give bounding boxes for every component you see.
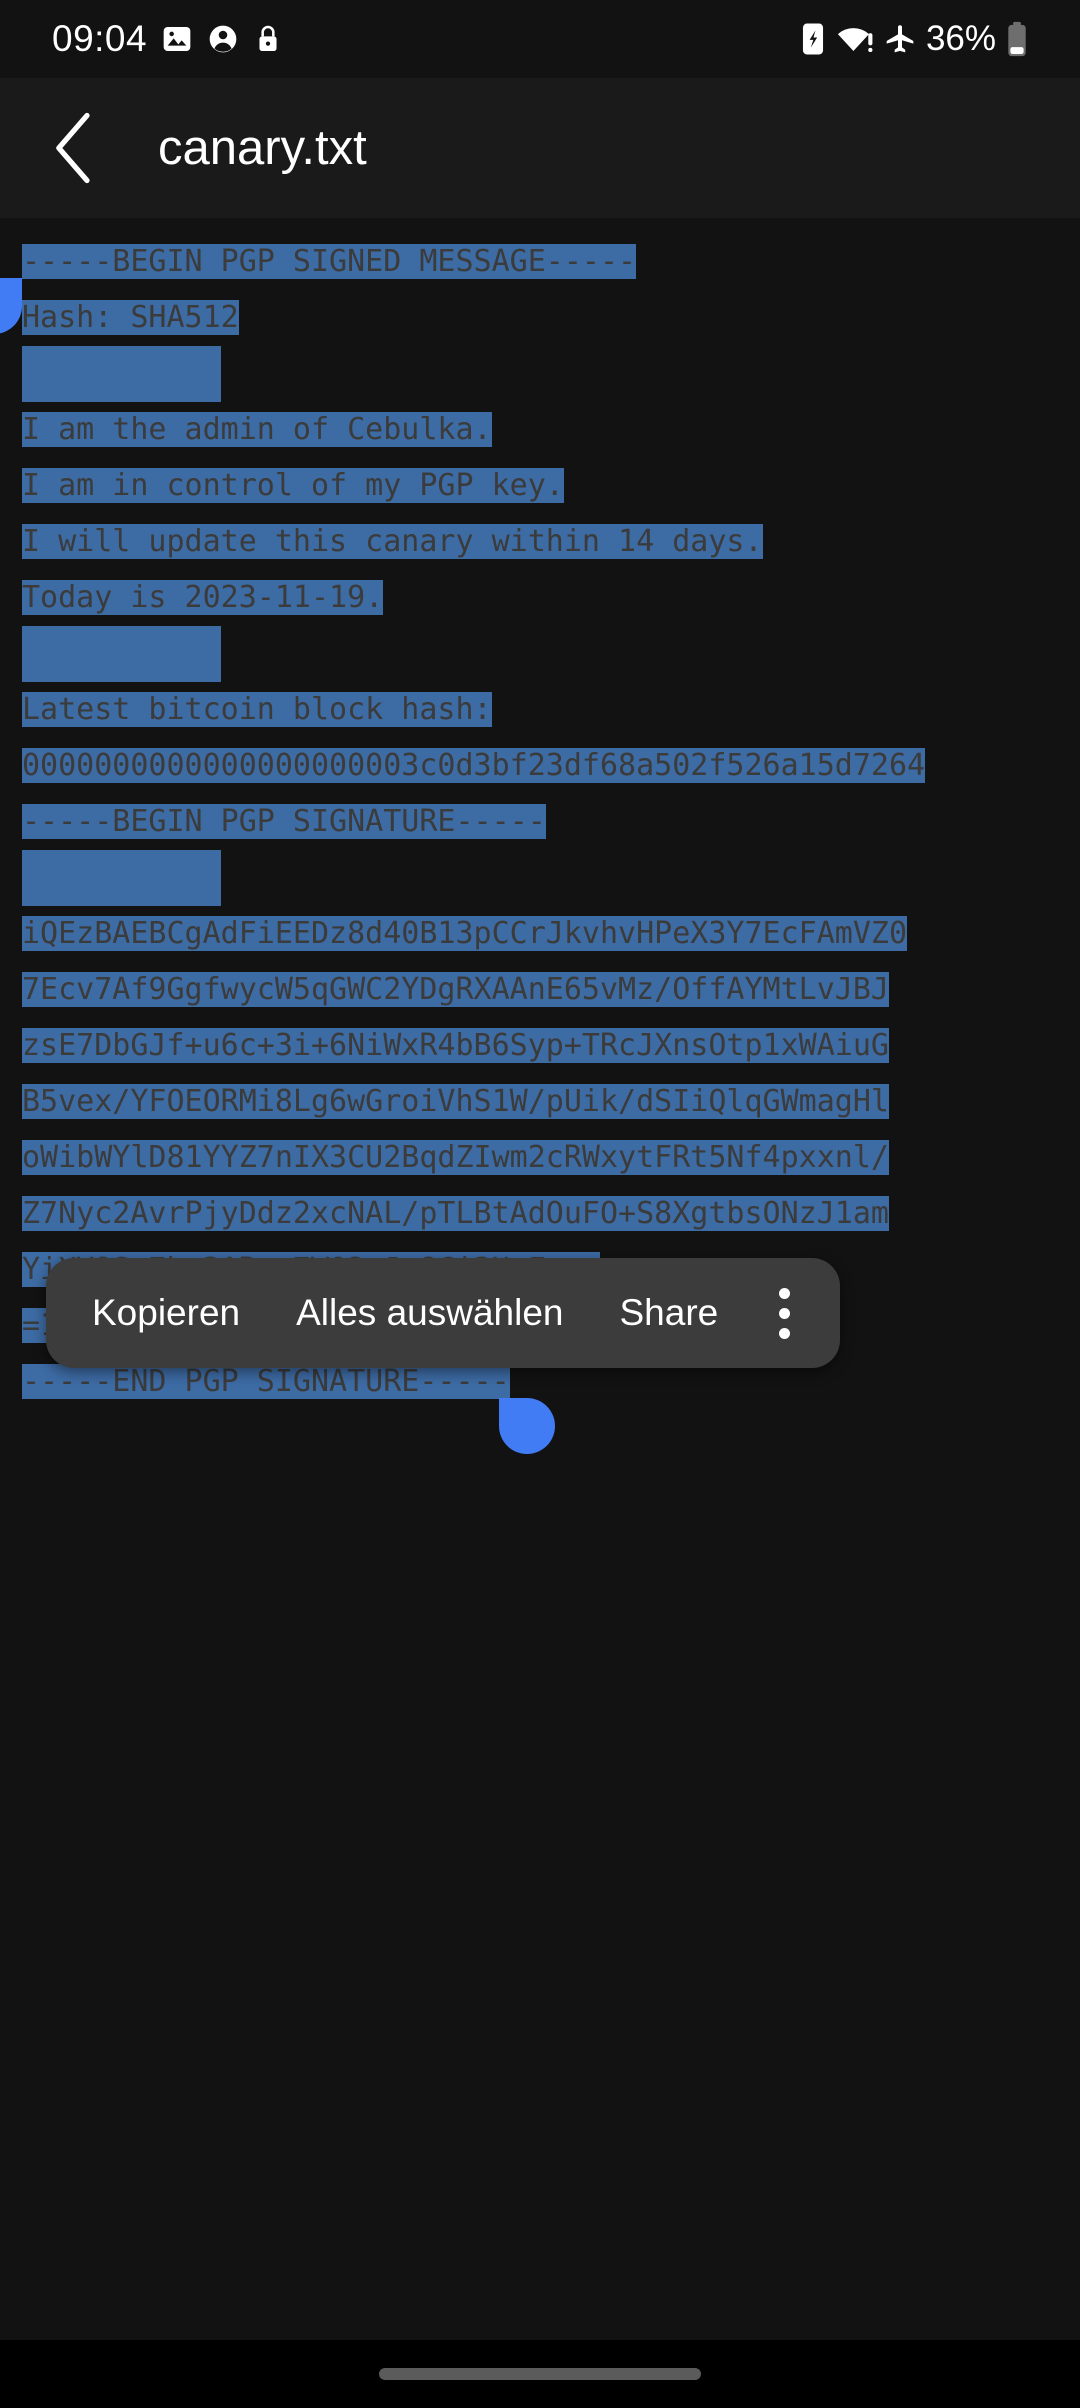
- context-menu-item-select-all[interactable]: Alles auswählen: [268, 1292, 591, 1334]
- line-text: 7Ecv7Af9GgfwycW5qGWC2YDgRXAAnE65vMz/OffA…: [22, 972, 889, 1007]
- image-icon: [163, 27, 191, 51]
- status-bar-left: 09:04: [52, 18, 283, 60]
- document-line: I am the admin of Cebulka.: [22, 402, 1080, 458]
- back-button[interactable]: [26, 100, 122, 196]
- line-text: -----END PGP SIGNATURE-----: [22, 1364, 510, 1399]
- line-text: Hash: SHA512: [22, 300, 239, 335]
- line-text: I am in control of my PGP key.: [22, 468, 564, 503]
- context-menu-item-copy[interactable]: Kopieren: [64, 1292, 268, 1334]
- document-line: [22, 850, 1080, 906]
- line-text: Today is 2023-11-19.: [22, 580, 384, 615]
- document-line: Hash: SHA512: [22, 290, 1080, 346]
- line-text: Latest bitcoin block hash:: [22, 692, 492, 727]
- phone-screen: 09:04 36% canary.txt -----BEGIN PGP SIGN…: [0, 0, 1080, 2408]
- document-line: Today is 2023-11-19.: [22, 570, 1080, 626]
- wifi-alert-icon: [837, 28, 873, 52]
- chevron-left-icon: [56, 112, 90, 184]
- status-bar-right: 36%: [800, 19, 1028, 59]
- document-line: 0000000000000000000003c0d3bf23df68a502f5…: [22, 738, 1080, 794]
- battery-percent-label: 36%: [925, 19, 996, 58]
- document-line: -----BEGIN PGP SIGNED MESSAGE-----: [22, 234, 1080, 290]
- selection-handle-end[interactable]: [499, 1398, 556, 1454]
- page-title: canary.txt: [158, 121, 367, 175]
- dot: [778, 1287, 790, 1299]
- document-line: iQEzBAEBCgAdFiEEDz8d40B13pCCrJkvhvHPeX3Y…: [22, 906, 1080, 962]
- document-line: zsE7DbGJf+u6c+3i+6NiWxR4bB6Syp+TRcJXnsOt…: [22, 1018, 1080, 1074]
- battery-icon: [1008, 21, 1026, 57]
- document-line: B5vex/YFOEORMi8Lg6wGroiVhS1W/pUik/dSIiQl…: [22, 1074, 1080, 1130]
- document-line: Latest bitcoin block hash:: [22, 682, 1080, 738]
- line-text: oWibWYlD81YYZ7nIX3CU2BqdZIwm2cRWxytFRt5N…: [22, 1140, 889, 1175]
- selection-handle-start[interactable]: [0, 278, 22, 334]
- line-text: [22, 626, 221, 682]
- document-text[interactable]: -----BEGIN PGP SIGNED MESSAGE----- Hash: …: [22, 234, 1080, 1410]
- airplane-mode-icon: [886, 25, 914, 53]
- system-navigation-bar: [0, 2340, 1080, 2408]
- text-selection-context-menu: Kopieren Alles auswählen Share: [46, 1258, 841, 1368]
- context-menu-item-share[interactable]: Share: [592, 1292, 747, 1334]
- more-vertical-icon[interactable]: [746, 1258, 822, 1368]
- sim-card-icon: [802, 23, 823, 55]
- line-text: Z7Nyc2AvrPjyDdz2xcNAL/pTLBtAdOuFO+S8Xgtb…: [22, 1196, 889, 1231]
- document-line: I am in control of my PGP key.: [22, 458, 1080, 514]
- document-line: 7Ecv7Af9GgfwycW5qGWC2YDgRXAAnE65vMz/OffA…: [22, 962, 1080, 1018]
- line-text: I am the admin of Cebulka.: [22, 412, 492, 447]
- line-text: [22, 346, 221, 402]
- dot: [778, 1327, 790, 1339]
- document-line: Z7Nyc2AvrPjyDdz2xcNAL/pTLBtAdOuFO+S8Xgtb…: [22, 1186, 1080, 1242]
- home-gesture-pill[interactable]: [379, 2368, 701, 2380]
- line-text: -----BEGIN PGP SIGNATURE-----: [22, 804, 546, 839]
- document-line: [22, 346, 1080, 402]
- document-line: -----BEGIN PGP SIGNATURE-----: [22, 794, 1080, 850]
- line-text: 0000000000000000000003c0d3bf23df68a502f5…: [22, 748, 926, 783]
- line-text: B5vex/YFOEORMi8Lg6wGroiVhS1W/pUik/dSIiQl…: [22, 1084, 889, 1119]
- line-text: zsE7DbGJf+u6c+3i+6NiWxR4bB6Syp+TRcJXnsOt…: [22, 1028, 889, 1063]
- app-bar: canary.txt: [0, 78, 1080, 218]
- document-line: I will update this canary within 14 days…: [22, 514, 1080, 570]
- line-text: [22, 850, 221, 906]
- dot: [778, 1307, 790, 1319]
- document-line: oWibWYlD81YYZ7nIX3CU2BqdZIwm2cRWxytFRt5N…: [22, 1130, 1080, 1186]
- line-text: iQEzBAEBCgAdFiEEDz8d40B13pCCrJkvhvHPeX3Y…: [22, 916, 908, 951]
- line-text: I will update this canary within 14 days…: [22, 524, 763, 559]
- account-circle-icon: [209, 25, 237, 53]
- line-text: -----BEGIN PGP SIGNED MESSAGE-----: [22, 244, 637, 279]
- status-clock: 09:04: [52, 18, 148, 59]
- status-bar: 09:04 36%: [0, 0, 1080, 78]
- lock-icon: [259, 25, 277, 51]
- document-line: [22, 626, 1080, 682]
